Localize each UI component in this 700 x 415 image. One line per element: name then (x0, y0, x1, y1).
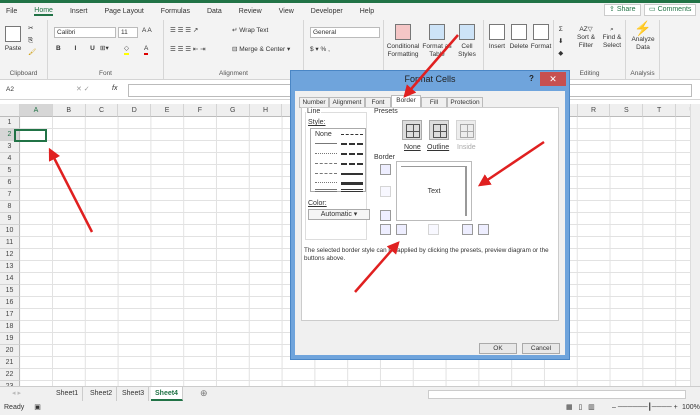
arrow-to-left-border (354, 241, 400, 293)
annotation-arrows (48, 34, 545, 293)
arrow-to-border-tab (403, 34, 459, 98)
arrow-to-cell (48, 147, 94, 233)
arrow-to-preview (477, 140, 545, 187)
